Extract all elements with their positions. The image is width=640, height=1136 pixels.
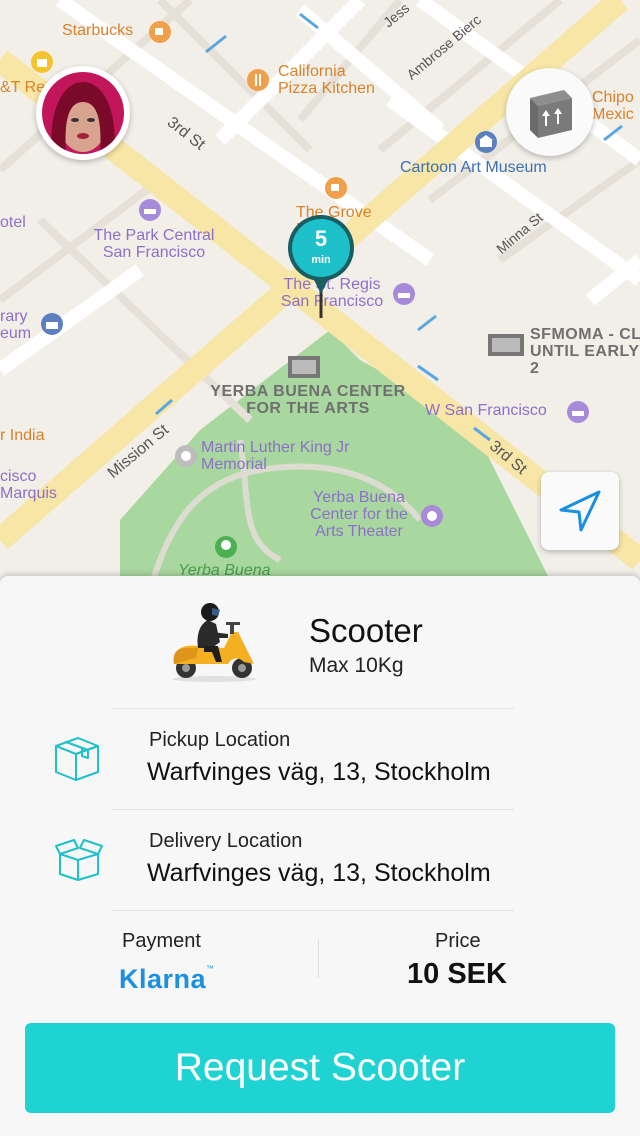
user-avatar[interactable] (36, 66, 130, 160)
package-button[interactable] (506, 68, 594, 156)
restaurant-icon (247, 69, 269, 91)
request-scooter-button[interactable]: Request Scooter (25, 1023, 615, 1113)
vehicle-name: Scooter (309, 612, 423, 649)
cafe-icon (325, 177, 347, 199)
poi-park-central[interactable]: The Park Central San Francisco (84, 227, 224, 262)
poi-california-pizza-kitchen[interactable]: California Pizza Kitchen (278, 63, 388, 98)
park-icon (215, 536, 237, 558)
poi-yerba-buena-center[interactable]: YERBA BUENA CENTER FOR THE ARTS (210, 383, 406, 418)
divider (112, 809, 514, 810)
price-label: Price (435, 930, 481, 952)
delivery-value[interactable]: Warfvinges väg, 13, Stockholm (147, 859, 491, 888)
landmark-icon (175, 445, 197, 467)
pickup-value[interactable]: Warfvinges väg, 13, Stockholm (147, 758, 491, 787)
building-icon (288, 356, 320, 378)
hotel-icon (393, 283, 415, 305)
theater-icon (421, 505, 443, 527)
pickup-box-icon (55, 737, 99, 781)
poi-library-museum[interactable]: rary eum (0, 308, 40, 343)
divider (318, 940, 319, 978)
eta-pin[interactable]: 5 min (284, 212, 358, 322)
poi-starbucks[interactable]: Starbucks (62, 22, 133, 40)
poi-kt-re[interactable]: &T Re (0, 79, 45, 97)
hotel-icon (139, 199, 161, 221)
poi-mlk-memorial[interactable]: Martin Luther King Jr Memorial (201, 439, 351, 474)
pickup-label: Pickup Location (149, 729, 291, 751)
hotel-icon (567, 401, 589, 423)
shopping-icon (31, 51, 53, 73)
price-value: 10 SEK (407, 958, 507, 990)
divider (112, 708, 514, 709)
order-panel: Scooter Max 10Kg Pickup Location Warfvin… (0, 576, 640, 1136)
divider (112, 910, 514, 911)
scooter-icon (172, 603, 256, 682)
poi-chipotle[interactable]: Chipo Mexic (592, 89, 640, 124)
map-view[interactable]: Starbucks California Pizza Kitchen Chipo… (0, 0, 640, 590)
payment-method-text: Klarna (119, 964, 207, 994)
eta-value: 5 (314, 226, 328, 251)
payment-label: Payment (122, 930, 201, 952)
delivery-label: Delivery Location (149, 830, 303, 852)
poi-yerba-buena-theater[interactable]: Yerba Buena Center for the Arts Theater (296, 489, 422, 540)
poi-hotel-left[interactable]: otel (0, 214, 26, 232)
museum-icon (41, 313, 63, 335)
poi-cartoon-art-museum[interactable]: Cartoon Art Museum (400, 159, 547, 177)
locate-me-button[interactable] (541, 472, 619, 550)
location-arrow-icon (559, 490, 601, 532)
delivery-box-icon (55, 839, 103, 881)
poi-sfmoma[interactable]: SFMOMA - CL UNTIL EARLY 2 (530, 326, 640, 377)
museum-icon (475, 131, 497, 153)
building-icon (488, 334, 524, 356)
eta-unit: min (311, 254, 331, 266)
poi-w-san-francisco[interactable]: W San Francisco (425, 402, 547, 420)
vehicle-capacity: Max 10Kg (309, 654, 404, 677)
poi-marquis[interactable]: cisco Marquis (0, 468, 70, 503)
payment-method-klarna[interactable]: Klarna™ (119, 964, 215, 995)
poi-india[interactable]: r India (0, 427, 44, 445)
box-icon (530, 90, 572, 138)
cafe-icon (149, 21, 171, 43)
avatar-image (42, 72, 124, 154)
